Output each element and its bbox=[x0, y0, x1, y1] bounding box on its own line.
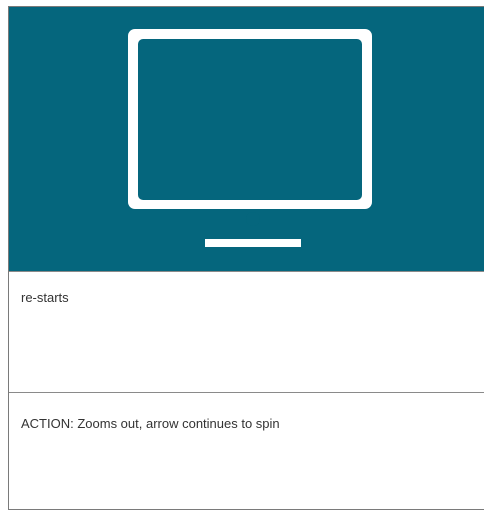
note-text: re-starts bbox=[21, 290, 69, 305]
monitor-icon bbox=[128, 29, 372, 247]
storyboard-note-row: re-starts bbox=[9, 271, 484, 392]
storyboard-frame: re-starts ACTION: Zooms out, arrow conti… bbox=[8, 6, 484, 510]
monitor-illustration-panel bbox=[9, 7, 484, 271]
storyboard-action-row: ACTION: Zooms out, arrow continues to sp… bbox=[9, 392, 484, 509]
monitor-stand bbox=[205, 239, 301, 247]
power-button-icon bbox=[246, 212, 260, 226]
monitor-screen bbox=[138, 39, 362, 200]
action-text: ACTION: Zooms out, arrow continues to sp… bbox=[21, 416, 280, 431]
